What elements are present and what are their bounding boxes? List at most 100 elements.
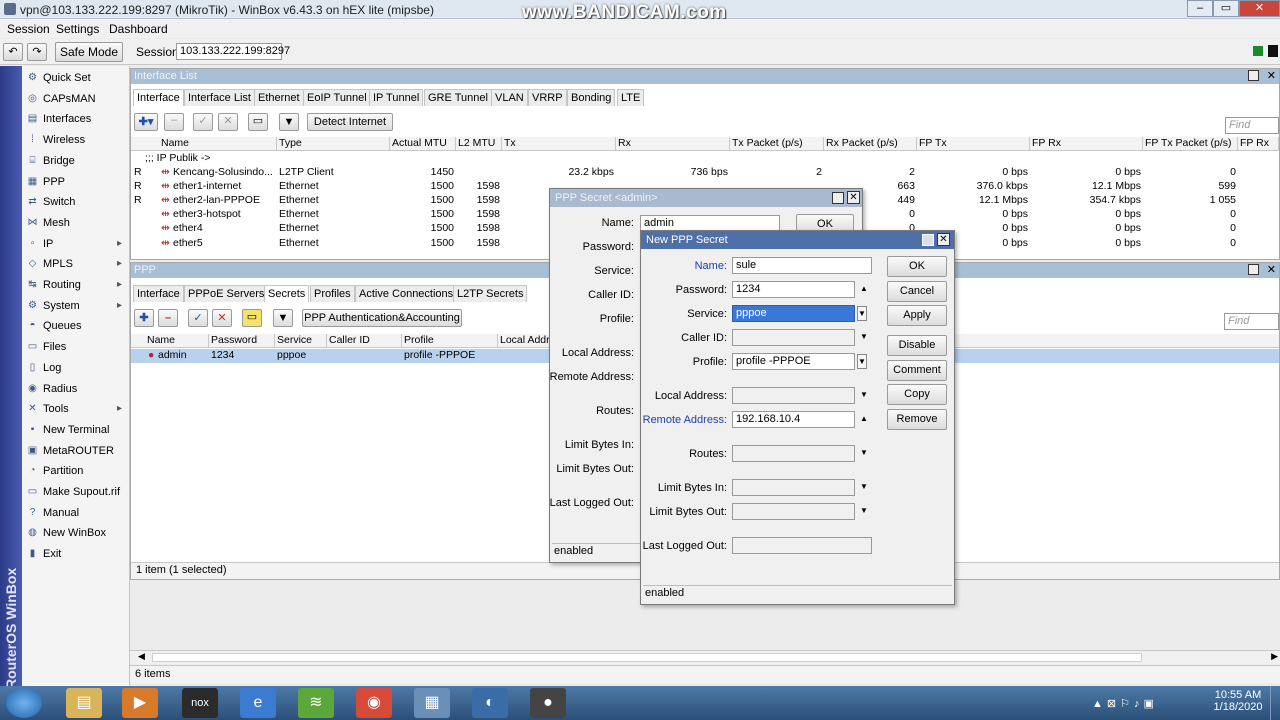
menu-dashboard[interactable]: Dashboard bbox=[109, 22, 168, 36]
winbox-taskbar-icon[interactable]: ◐ bbox=[472, 688, 508, 718]
limit-bytes-out-field[interactable] bbox=[732, 503, 855, 520]
tray-icons[interactable]: ▲⊠⚐♪▣ bbox=[1092, 697, 1212, 711]
sidebar-item-wireless[interactable]: ⁞ Wireless bbox=[24, 130, 128, 150]
copy-button[interactable]: Copy bbox=[887, 384, 947, 405]
undo-icon[interactable]: ↶ bbox=[3, 43, 23, 61]
ppp-auth-accounting-button[interactable]: PPP Authentication&Accounting bbox=[302, 309, 462, 327]
sidebar-item-radius[interactable]: ◉ Radius bbox=[24, 379, 128, 399]
horizontal-scrollbar[interactable]: ◀ ▶ bbox=[130, 650, 1280, 664]
ok-button[interactable]: OK bbox=[887, 256, 947, 277]
profile-select[interactable]: profile -PPPOE bbox=[732, 353, 855, 370]
table-row[interactable]: R ⇹ Kencang-Solusindo... L2TP Client 1450 23.… bbox=[131, 166, 1279, 180]
media-player-icon[interactable]: ▶ bbox=[122, 688, 158, 718]
sidebar-item-tools[interactable]: ✕ Tools ▸ bbox=[24, 399, 128, 419]
sidebar-item-interfaces[interactable]: ▤ Interfaces bbox=[24, 109, 128, 129]
sidebar-item-files[interactable]: ▭ Files bbox=[24, 337, 128, 357]
sidebar-item-mesh[interactable]: ⋈ Mesh bbox=[24, 213, 128, 233]
comment-button[interactable]: Comment bbox=[887, 360, 947, 381]
cancel-button[interactable]: Cancel bbox=[887, 281, 947, 302]
col-l2-mtu[interactable]: L2 MTU bbox=[456, 137, 502, 151]
caller-id-field[interactable] bbox=[732, 329, 855, 346]
col-secret-caller-id[interactable]: Caller ID bbox=[327, 334, 402, 348]
disable-icon[interactable]: ✕ bbox=[218, 113, 238, 131]
sidebar-item-switch[interactable]: ⇄ Switch bbox=[24, 192, 128, 212]
routes-field[interactable] bbox=[732, 445, 855, 462]
sidebar-item-mpls[interactable]: ◇ MPLS ▸ bbox=[24, 254, 128, 274]
menu-settings[interactable]: Settings bbox=[56, 22, 99, 36]
admin-close-icon[interactable]: ✕ bbox=[847, 191, 860, 204]
col-actual-mtu[interactable]: Actual MTU bbox=[390, 137, 456, 151]
col-fp-rx[interactable]: FP Rx bbox=[1030, 137, 1143, 151]
limit-bytes-in-dropdown-icon[interactable]: ▼ bbox=[859, 481, 869, 493]
password-toggle-icon[interactable]: ▲ bbox=[859, 283, 869, 295]
tab-ethernet[interactable]: Ethernet bbox=[254, 89, 304, 106]
detect-internet-button[interactable]: Detect Internet bbox=[307, 113, 393, 131]
sidebar-item-exit[interactable]: ▮ Exit bbox=[24, 544, 128, 564]
scroll-right-icon[interactable]: ▶ bbox=[1271, 651, 1278, 662]
col-rx[interactable]: Rx bbox=[616, 137, 730, 151]
password-field[interactable]: 1234 bbox=[732, 281, 855, 298]
menu-session[interactable]: Session bbox=[7, 22, 50, 36]
local-address-dropdown-icon[interactable]: ▼ bbox=[859, 389, 869, 401]
disable-button[interactable]: Disable bbox=[887, 335, 947, 356]
ppp-remove-icon[interactable]: – bbox=[158, 309, 178, 327]
remove-icon[interactable]: – bbox=[164, 113, 184, 131]
sidebar-item-bridge[interactable]: ⌸ Bridge bbox=[24, 151, 128, 171]
chrome-icon[interactable]: ◉ bbox=[356, 688, 392, 718]
tab-interface[interactable]: Interface bbox=[133, 89, 184, 106]
find-input[interactable]: Find bbox=[1225, 117, 1279, 134]
sidebar-item-capsman[interactable]: ◎ CAPsMAN bbox=[24, 89, 128, 109]
ppp-add-icon[interactable]: ✚ bbox=[134, 309, 154, 327]
redo-icon[interactable]: ↷ bbox=[27, 43, 47, 61]
ie-icon[interactable]: e bbox=[240, 688, 276, 718]
col-secret-service[interactable]: Service bbox=[275, 334, 327, 348]
tab-gre-tunnel[interactable]: GRE Tunnel bbox=[424, 89, 492, 106]
sidebar-item-ppp[interactable]: ▦ PPP bbox=[24, 172, 128, 192]
bandicam-icon[interactable]: ● bbox=[530, 688, 566, 718]
ppp-filter-icon[interactable]: ▼ bbox=[273, 309, 293, 327]
col-secret-profile[interactable]: Profile bbox=[402, 334, 498, 348]
tab-eoip-tunnel[interactable]: EoIP Tunnel bbox=[303, 89, 371, 106]
maximize-button[interactable]: ▭ bbox=[1213, 0, 1239, 17]
remote-address-field[interactable]: 192.168.10.4 bbox=[732, 411, 855, 428]
remove-button[interactable]: Remove bbox=[887, 409, 947, 430]
filter-icon[interactable]: ▼ bbox=[279, 113, 299, 131]
routes-dropdown-icon[interactable]: ▼ bbox=[859, 447, 869, 459]
apply-button[interactable]: Apply bbox=[887, 305, 947, 326]
service-dropdown-icon[interactable]: ▼ bbox=[857, 306, 867, 321]
sidebar-item-ip[interactable]: ▫ IP ▸ bbox=[24, 234, 128, 254]
minimize-button[interactable]: – bbox=[1187, 0, 1213, 17]
safe-mode-button[interactable]: Safe Mode bbox=[55, 42, 123, 62]
enable-icon[interactable]: ✓ bbox=[193, 113, 213, 131]
col-secret-password[interactable]: Password bbox=[209, 334, 275, 348]
remote-address-toggle-icon[interactable]: ▲ bbox=[859, 413, 869, 425]
network-app-icon[interactable]: ▦ bbox=[414, 688, 450, 718]
new-secret-close-icon[interactable]: ✕ bbox=[937, 233, 950, 246]
tab-interface-list[interactable]: Interface List bbox=[184, 89, 255, 106]
sidebar-item-queues[interactable]: ◓ Queues bbox=[24, 316, 128, 336]
col-tx-packet[interactable]: Tx Packet (p/s) bbox=[730, 137, 824, 151]
sidebar-item-system[interactable]: ⚙ System ▸ bbox=[24, 296, 128, 316]
scroll-left-icon[interactable]: ◀ bbox=[138, 651, 145, 662]
tab-ppp-interface[interactable]: Interface bbox=[133, 285, 184, 302]
sidebar-item-metarouter[interactable]: ▣ MetaROUTER bbox=[24, 441, 128, 461]
ppp-enable-icon[interactable]: ✓ bbox=[188, 309, 208, 327]
session-field[interactable]: 103.133.222.199:8297 bbox=[176, 43, 290, 60]
panel-maximize-icon[interactable] bbox=[1248, 70, 1259, 81]
camtasia-icon[interactable]: ≋ bbox=[298, 688, 334, 718]
tab-l2tp-secrets[interactable]: L2TP Secrets bbox=[453, 285, 528, 302]
sidebar-item-new-winbox[interactable]: ◍ New WinBox bbox=[24, 523, 128, 543]
explorer-icon[interactable]: ▤ bbox=[66, 688, 102, 718]
profile-dropdown-icon[interactable]: ▼ bbox=[857, 354, 867, 369]
sidebar-item-log[interactable]: ▯ Log bbox=[24, 358, 128, 378]
ppp-find-input[interactable]: Find bbox=[1224, 313, 1279, 330]
tab-vrrp[interactable]: VRRP bbox=[528, 89, 567, 106]
panel-close-icon[interactable]: ✕ bbox=[1267, 69, 1276, 82]
col-secret-name[interactable]: Name bbox=[145, 334, 209, 348]
col-name[interactable]: Name bbox=[159, 137, 277, 151]
scroll-thumb[interactable] bbox=[152, 653, 1142, 662]
clock[interactable]: 10:55 AM 1/18/2020 bbox=[1212, 689, 1264, 713]
sidebar-item-quick-set[interactable]: ⚙ Quick Set bbox=[24, 68, 128, 88]
local-address-field[interactable] bbox=[732, 387, 855, 404]
close-button[interactable]: ✕ bbox=[1239, 0, 1280, 17]
